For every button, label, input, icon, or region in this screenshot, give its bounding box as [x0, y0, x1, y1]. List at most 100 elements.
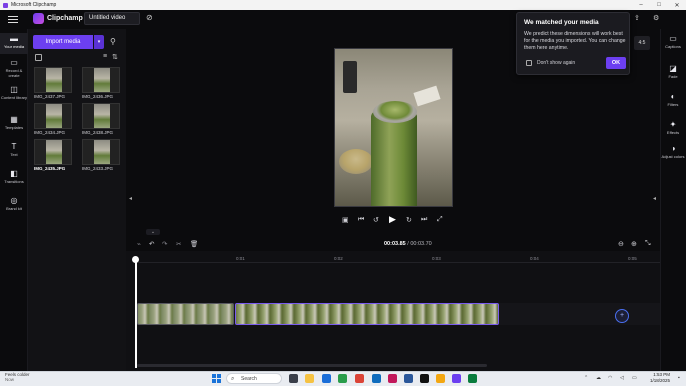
media-thumbnail[interactable] — [34, 67, 72, 93]
clipchamp-logo — [33, 13, 44, 24]
menu-icon[interactable] — [8, 14, 18, 24]
transitions-icon: ◧ — [10, 169, 18, 178]
playhead-handle[interactable] — [132, 256, 139, 263]
templates-icon: ▦ — [10, 115, 18, 124]
chevron-up-icon[interactable]: ⌃ — [584, 375, 588, 381]
folder-icon: ▬ — [10, 34, 18, 43]
nav-transitions[interactable]: ◧ Transitions — [0, 169, 28, 185]
add-media-icon[interactable]: + — [615, 309, 629, 323]
dont-show-again-checkbox[interactable] — [526, 60, 532, 66]
timeline-clip-selected[interactable] — [235, 303, 499, 325]
project-title-input[interactable]: Untitled video — [84, 12, 140, 25]
media-thumbnail[interactable] — [34, 103, 72, 129]
media-thumbnail[interactable] — [82, 67, 120, 93]
adjust-colors-icon: ◑ — [670, 144, 676, 153]
delete-icon[interactable]: 🗑 — [190, 240, 198, 248]
taskbar-app-icon[interactable] — [388, 374, 397, 383]
nav-text[interactable]: T Text — [0, 142, 28, 158]
taskbar-search-input[interactable]: ⌕ Search — [226, 373, 282, 384]
magnet-icon[interactable]: ⌁ — [137, 240, 141, 248]
search-placeholder: Search — [241, 376, 257, 382]
forward-5s-icon[interactable]: ↻ — [406, 216, 412, 224]
chevron-down-icon[interactable]: ▾ — [94, 35, 104, 49]
camera-off-icon[interactable]: ⊘ — [146, 13, 153, 22]
nav-brand-kit[interactable]: ◎ Brand kit — [0, 197, 28, 212]
ruler-label: 0:04 — [530, 256, 539, 261]
close-icon[interactable]: ✕ — [668, 0, 686, 10]
file-explorer-icon[interactable] — [305, 374, 314, 383]
tool-filters[interactable]: ◐ Filters — [660, 93, 686, 108]
edge-browser-icon[interactable] — [322, 374, 331, 383]
nav-content-library[interactable]: ◫ Content library — [0, 86, 28, 101]
system-clock[interactable]: 1:53 PM 1/18/2025 — [650, 372, 670, 383]
battery-icon[interactable]: ▭ — [632, 375, 637, 381]
timeline-scrollbar[interactable] — [137, 364, 487, 367]
popup-body: We predict these dimensions will work be… — [524, 31, 626, 51]
popup-title: We matched your media — [524, 19, 599, 26]
play-icon[interactable]: ▶ — [389, 214, 396, 225]
media-thumbnail[interactable] — [34, 139, 72, 165]
onedrive-icon[interactable]: ☁ — [596, 375, 601, 381]
zoom-in-icon[interactable]: ⊕ — [631, 240, 637, 248]
nav-record-create[interactable]: ▭ Record & create — [0, 58, 28, 79]
media-file-name: IMG_2434.JPG — [34, 130, 66, 135]
zoom-out-icon[interactable]: ⊖ — [618, 240, 624, 248]
taskbar-app-icon[interactable] — [436, 374, 445, 383]
word-icon[interactable] — [404, 374, 413, 383]
window-title: Microsoft Clipchamp — [11, 2, 57, 8]
outlook-icon[interactable] — [372, 374, 381, 383]
notifications-icon[interactable]: ▪ — [678, 375, 680, 381]
ruler-label: 0:05 — [628, 256, 637, 261]
media-thumbnail[interactable] — [82, 139, 120, 165]
search-icon: ⌕ — [231, 376, 235, 382]
fade-icon: ◪ — [669, 64, 677, 73]
redo-icon[interactable]: ↷ — [162, 240, 167, 248]
split-icon[interactable]: ✂ — [176, 240, 181, 248]
tool-effects[interactable]: ✦ Effects — [660, 121, 686, 136]
import-media-button[interactable]: Import media — [33, 35, 93, 49]
skip-forward-icon[interactable]: ⏭ — [421, 216, 427, 224]
playhead[interactable] — [135, 258, 137, 368]
terminal-icon[interactable] — [420, 374, 429, 383]
camera-icon: ▭ — [10, 58, 18, 67]
magic-wand-icon[interactable]: ⚲ — [110, 37, 116, 46]
settings-icon[interactable]: ⚙ — [653, 14, 659, 22]
taskbar-app-icon[interactable] — [468, 374, 477, 383]
weather-sub: Now — [5, 377, 15, 382]
ok-button[interactable]: OK — [606, 57, 626, 69]
fit-timeline-icon[interactable]: ⤡ — [645, 240, 651, 248]
share-icon[interactable]: ⇪ — [634, 14, 640, 22]
timeline-clip[interactable] — [137, 303, 234, 325]
weather-widget[interactable]: Feels colder Now — [5, 372, 30, 382]
video-preview[interactable] — [334, 48, 453, 207]
nav-templates[interactable]: ▦ Templates — [0, 115, 28, 131]
screenshot-icon[interactable]: ▣ — [342, 216, 349, 224]
rewind-5s-icon[interactable]: ↺ — [373, 216, 379, 224]
taskbar-app-icon[interactable] — [338, 374, 347, 383]
aspect-ratio-button[interactable]: 4:5 — [634, 36, 650, 50]
windows-start-icon[interactable] — [212, 374, 221, 383]
clipchamp-app-icon — [3, 2, 8, 8]
text-icon: T — [11, 142, 17, 151]
minimize-icon[interactable]: – — [632, 0, 650, 10]
sort-icon[interactable]: ⇅ — [112, 53, 118, 61]
undo-icon[interactable]: ↶ — [149, 240, 154, 248]
skip-back-icon[interactable]: ⏮ — [358, 216, 364, 224]
tool-adjust-colors[interactable]: ◑ Adjust colors — [660, 144, 686, 160]
fullscreen-icon[interactable]: ⤢ — [437, 216, 443, 224]
collapse-right-panel-icon[interactable]: ◂ — [653, 195, 656, 202]
wifi-icon[interactable]: ◠ — [608, 375, 612, 381]
chrome-icon[interactable] — [355, 374, 364, 383]
tool-captions[interactable]: ▭ Captions — [660, 35, 686, 50]
collapse-left-panel-icon[interactable]: ◂ — [129, 195, 132, 202]
volume-icon[interactable]: ◁ — [620, 375, 624, 381]
tool-fade[interactable]: ◪ Fade — [660, 64, 686, 80]
filter-icon[interactable]: ≡ — [103, 53, 107, 60]
clipchamp-taskbar-icon[interactable] — [452, 374, 461, 383]
expand-timeline-icon[interactable]: ⌄ — [146, 229, 160, 235]
media-thumbnail[interactable] — [82, 103, 120, 129]
maximize-icon[interactable]: □ — [650, 0, 668, 10]
nav-your-media[interactable]: ▬ Your media — [0, 33, 28, 54]
task-view-icon[interactable] — [289, 374, 298, 383]
select-all-checkbox[interactable] — [35, 54, 42, 61]
